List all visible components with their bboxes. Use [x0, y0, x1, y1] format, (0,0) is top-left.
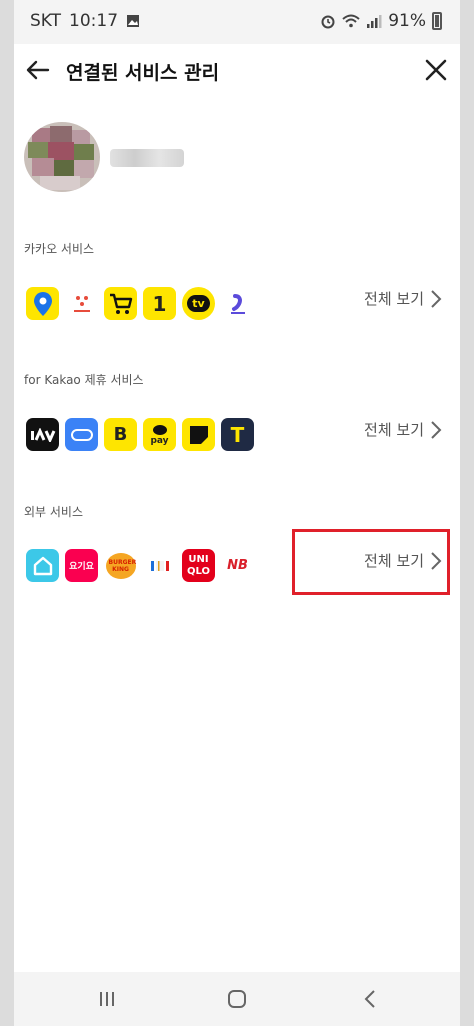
chevron-right-icon — [431, 420, 442, 439]
kakao-one-icon: 1 — [143, 287, 176, 320]
partner-service-icons: B pay T — [26, 418, 254, 451]
view-all-label: 전체 보기 — [364, 421, 424, 439]
system-nav-bar — [14, 972, 460, 1026]
car-pill-icon — [65, 418, 98, 451]
home-icon — [26, 549, 59, 582]
gallery-icon — [127, 15, 140, 27]
highlight-box — [292, 529, 450, 595]
back-arrow-icon[interactable] — [20, 52, 56, 88]
view-all-kakao[interactable]: 전체 보기 — [364, 288, 442, 309]
uniqlo-icon: UNI QLO — [182, 549, 215, 582]
newbalance-icon: NB — [221, 549, 254, 582]
kakaopay-icon: pay — [143, 418, 176, 451]
view-all-partner[interactable]: 전체 보기 — [364, 419, 442, 440]
kakaot-icon — [65, 287, 98, 320]
avatar — [24, 122, 100, 192]
section-label-kakao: 카카오 서비스 — [24, 242, 95, 256]
battery-percent: 91% — [388, 11, 426, 31]
status-bar: SKT 10:17 91% — [14, 0, 460, 44]
signal-icon — [367, 15, 382, 28]
app-header: 연결된 서비스 관리 — [14, 44, 460, 96]
barcode-icon — [143, 549, 176, 582]
section-label-external: 외부 서비스 — [24, 505, 84, 519]
close-icon[interactable] — [418, 52, 454, 88]
kakao-tv-icon: tv — [182, 287, 215, 320]
kakao-shopping-icon — [104, 287, 137, 320]
app-screen: SKT 10:17 91% 연결된 서비스 관리 카카오 서비스 1 tv 전체… — [14, 0, 460, 1026]
view-all-label: 전체 보기 — [364, 290, 424, 308]
back-nav-icon[interactable] — [356, 986, 386, 1012]
page-title: 연결된 서비스 관리 — [66, 62, 220, 84]
home-button-icon[interactable] — [222, 986, 252, 1012]
carrier-label: SKT — [30, 11, 62, 31]
alarm-icon — [321, 15, 335, 29]
clock: 10:17 — [69, 11, 119, 31]
battery-icon — [432, 12, 442, 30]
chevron-right-icon — [431, 289, 442, 308]
brand-b-icon: B — [104, 418, 137, 451]
kakaot-blue-icon: T — [221, 418, 254, 451]
yogiyo-icon: 요기요 — [65, 549, 98, 582]
profile-name-blurred — [110, 149, 184, 167]
burgerking-icon: BURGER KING — [104, 549, 137, 582]
external-service-icons: 요기요 BURGER KING UNI QLO NB — [26, 549, 254, 582]
wifi-icon — [342, 14, 360, 28]
kakao-quote-icon — [221, 287, 254, 320]
kakaomap-icon — [26, 287, 59, 320]
kakao-service-icons: 1 tv — [26, 287, 254, 320]
section-label-partner: for Kakao 제휴 서비스 — [24, 373, 144, 387]
flag-icon — [182, 418, 215, 451]
recent-apps-icon[interactable] — [92, 986, 122, 1012]
ziv-icon — [26, 418, 59, 451]
